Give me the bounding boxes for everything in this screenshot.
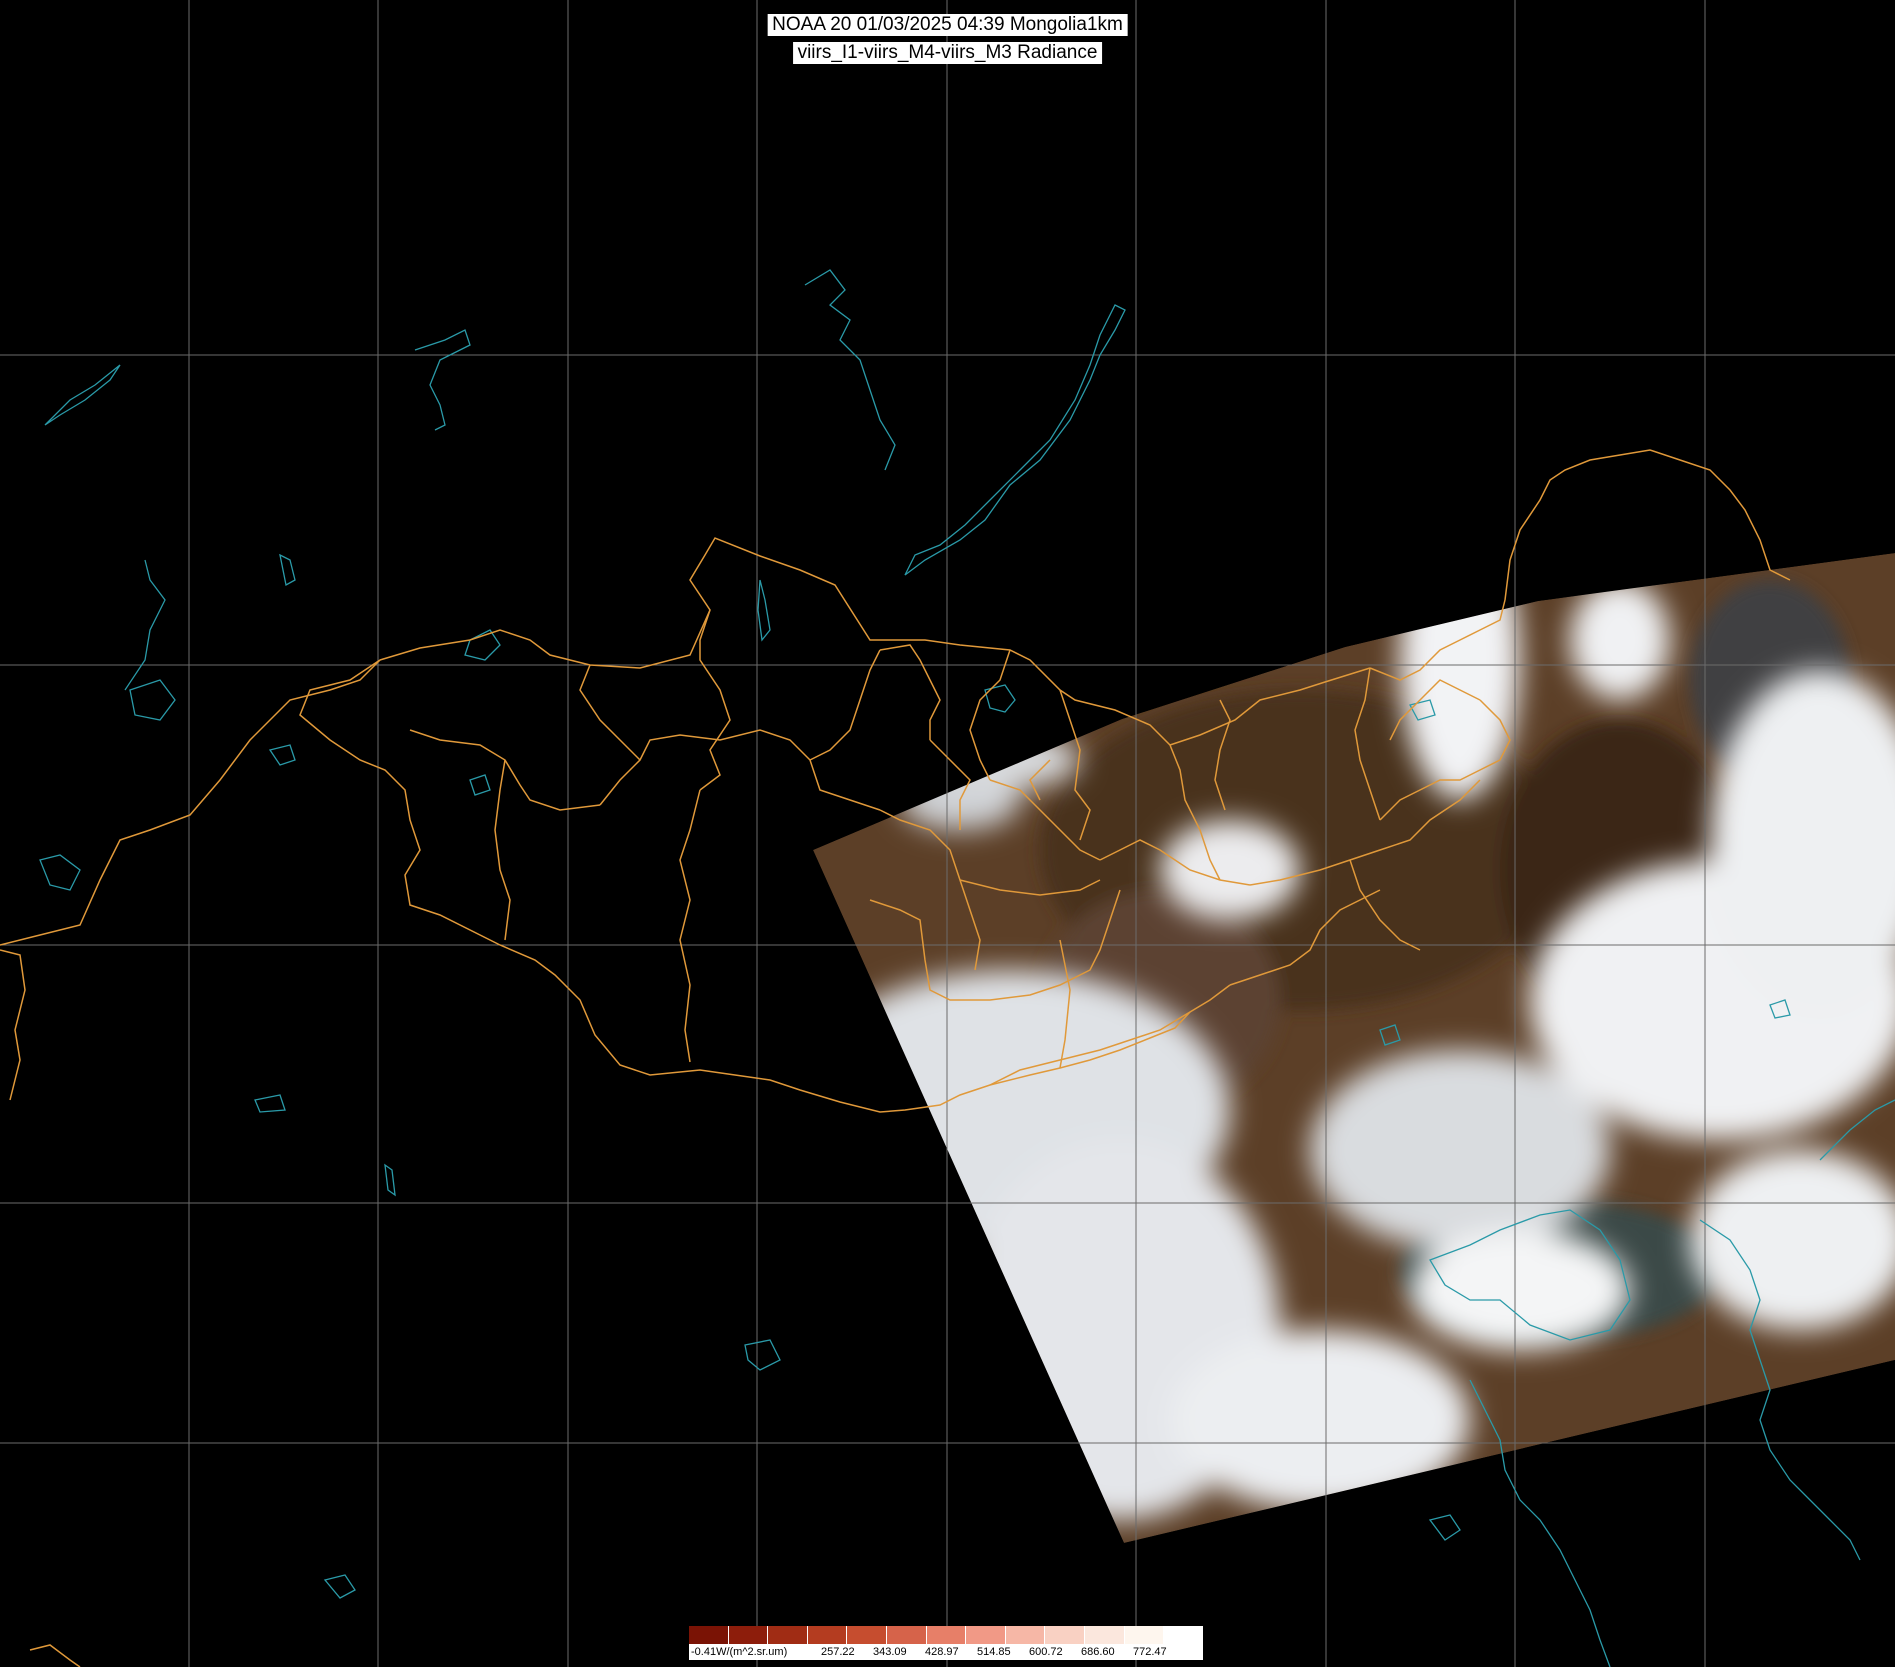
colorbar-swatch bbox=[767, 1626, 807, 1644]
colorbar-swatch bbox=[1044, 1626, 1085, 1644]
colorbar-swatch bbox=[806, 1626, 847, 1644]
colorbar-swatch bbox=[1004, 1626, 1045, 1644]
colorbar-swatch bbox=[965, 1626, 1005, 1644]
cloud-patch bbox=[1410, 1230, 1630, 1350]
colorbar-tick-label: 686.60 bbox=[1081, 1646, 1115, 1658]
colorbar-labels: -0.41W/(m^2.sr.um) 257.22 343.09 428.97 … bbox=[689, 1644, 1203, 1660]
title-line-2: viirs_I1-viirs_M4-viirs_M3 Radiance bbox=[792, 42, 1103, 64]
colorbar-swatch bbox=[1123, 1626, 1164, 1644]
satellite-map bbox=[0, 0, 1895, 1667]
radiance-colorbar: -0.41W/(m^2.sr.um) 257.22 343.09 428.97 … bbox=[689, 1626, 1203, 1664]
colorbar-swatch bbox=[689, 1626, 728, 1644]
colorbar-swatch bbox=[886, 1626, 926, 1644]
colorbar-tick-label: 772.47 bbox=[1133, 1646, 1167, 1658]
title-line-1: NOAA 20 01/03/2025 04:39 Mongolia1km bbox=[767, 14, 1128, 36]
colorbar-tick-label: 343.09 bbox=[873, 1646, 907, 1658]
colorbar-swatch bbox=[1084, 1626, 1124, 1644]
colorbar-tick-label: 514.85 bbox=[977, 1646, 1011, 1658]
colorbar-tick-label: 428.97 bbox=[925, 1646, 959, 1658]
colorbar-swatch bbox=[727, 1626, 768, 1644]
colorbar-gradient bbox=[689, 1626, 1203, 1644]
colorbar-unit-label: -0.41W/(m^2.sr.um) bbox=[691, 1646, 788, 1658]
cloud-patch bbox=[1160, 820, 1300, 920]
cloud-patch bbox=[1570, 580, 1670, 700]
colorbar-swatch bbox=[925, 1626, 966, 1644]
colorbar-tick-label: 257.22 bbox=[821, 1646, 855, 1658]
colorbar-swatch bbox=[1163, 1626, 1203, 1644]
colorbar-tick-label: 600.72 bbox=[1029, 1646, 1063, 1658]
colorbar-swatch bbox=[846, 1626, 887, 1644]
